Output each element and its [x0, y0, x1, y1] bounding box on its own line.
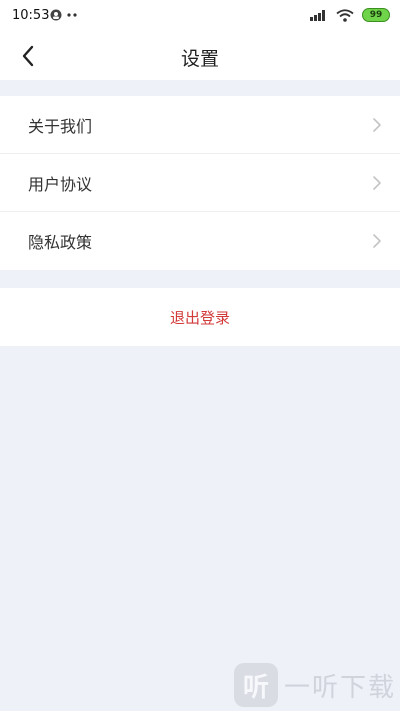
- menu-item-privacy-policy[interactable]: 隐私政策: [0, 212, 400, 270]
- logout-button[interactable]: 退出登录: [0, 288, 400, 346]
- wifi-icon: [336, 8, 354, 22]
- menu-item-user-agreement[interactable]: 用户协议: [0, 154, 400, 212]
- more-dots-icon: [67, 13, 77, 17]
- status-right-icons: 99: [310, 8, 390, 22]
- settings-menu: 关于我们 用户协议 隐私政策: [0, 96, 400, 270]
- battery-icon: 99: [362, 8, 390, 22]
- app-notification-icon: [50, 9, 62, 21]
- page-title: 设置: [180, 48, 219, 70]
- menu-item-about-us[interactable]: 关于我们: [0, 96, 400, 154]
- menu-item-label: 隐私政策: [28, 233, 93, 252]
- chevron-right-icon: [373, 234, 381, 248]
- status-time: 10:53: [12, 8, 50, 23]
- menu-item-label: 用户协议: [28, 174, 93, 194]
- nav-bar: 设置: [0, 32, 400, 80]
- status-left-icons: [50, 9, 78, 21]
- menu-item-label: 关于我们: [28, 116, 93, 136]
- watermark: 听 一听下载: [233, 663, 396, 707]
- logout-label: 退出登录: [169, 308, 230, 327]
- signal-icon: [310, 10, 325, 21]
- watermark-logo-icon: 听: [233, 663, 278, 707]
- chevron-right-icon: [373, 118, 381, 132]
- watermark-text: 一听下载: [283, 672, 396, 703]
- status-bar: 10:53 99: [0, 0, 400, 32]
- chevron-right-icon: [373, 176, 381, 190]
